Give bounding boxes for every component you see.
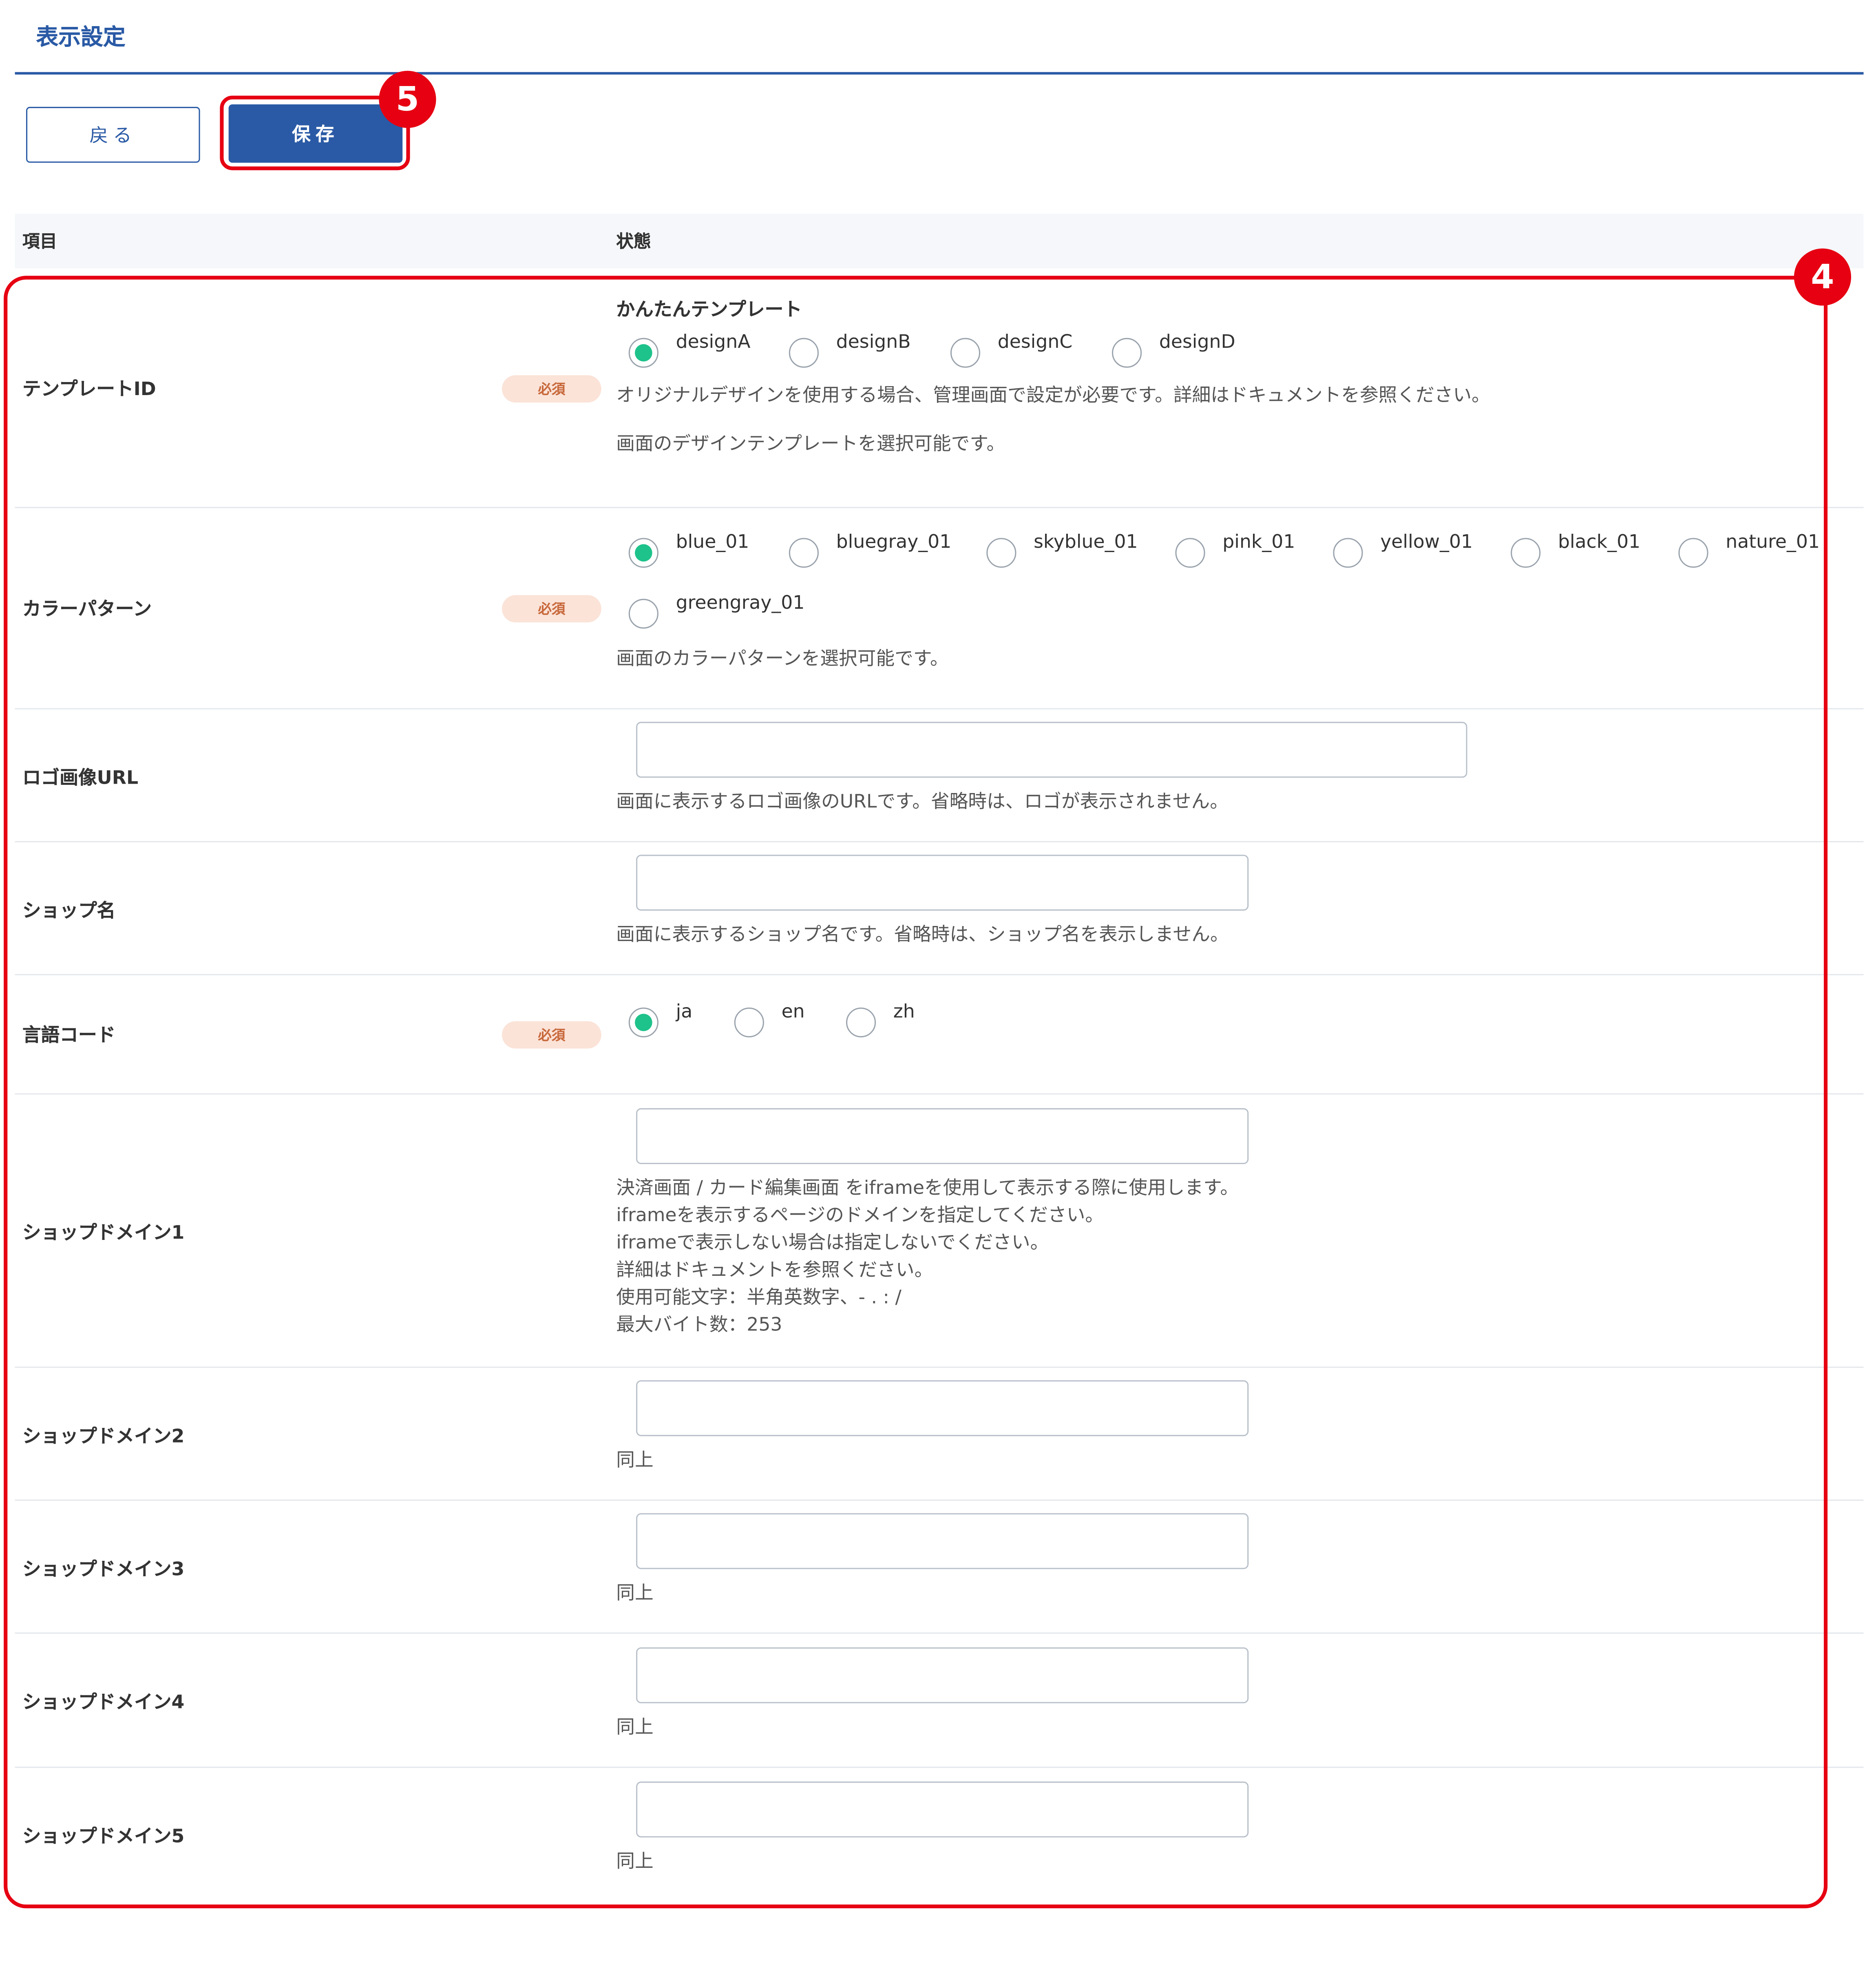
- page-title: 表示設定: [36, 24, 126, 51]
- back-button[interactable]: 戻る: [26, 107, 200, 163]
- settings-page: 表示設定 戻る 保存 5 項目 状態 テンプレートID 必須 かんたんテンプレー…: [0, 0, 1876, 1938]
- column-header-state: 状態: [616, 232, 651, 252]
- table-header: 項目 状態: [15, 214, 1864, 269]
- form-callout-frame: [4, 276, 1828, 1909]
- form-callout-number: 4: [1794, 248, 1852, 306]
- column-header-item: 項目: [22, 232, 57, 252]
- title-divider: [15, 72, 1864, 75]
- save-callout-number: 5: [379, 71, 436, 128]
